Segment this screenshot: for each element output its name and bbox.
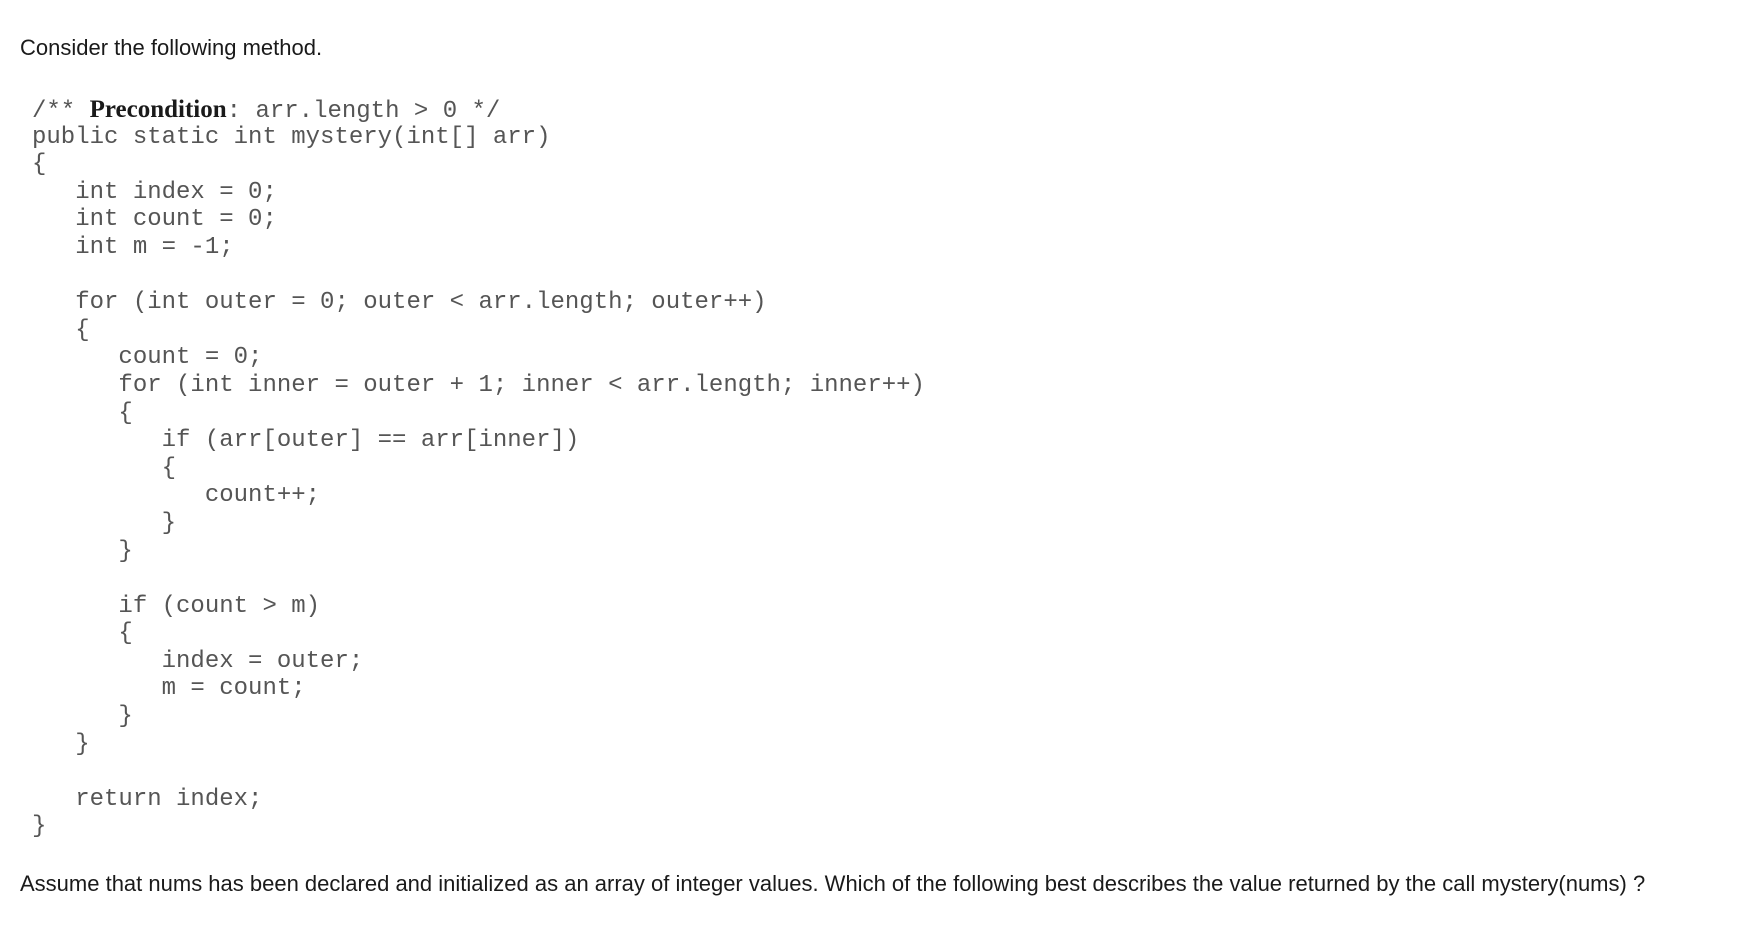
intro-text: Consider the following method. <box>20 35 323 60</box>
question-text: Assume that nums has been declared and i… <box>20 871 1646 896</box>
code-line: } <box>32 703 133 731</box>
comment-rest: : arr.length > 0 */ <box>226 98 501 125</box>
code-line: index = outer; <box>32 647 364 675</box>
code-line: { <box>32 316 90 344</box>
code-line: if (arr[outer] == arr[inner]) <box>32 427 580 455</box>
code-line: m = count; <box>32 675 306 703</box>
code-line: } <box>32 730 90 758</box>
code-block: /** Precondition: arr.length > 0 */publi… <box>32 96 925 841</box>
code-line: { <box>32 151 47 179</box>
code-line: { <box>32 399 133 427</box>
code-line: } <box>32 509 177 537</box>
code-line: count = 0; <box>32 344 263 372</box>
comment-open: /** <box>32 98 90 125</box>
code-line: } <box>32 813 47 841</box>
code-line: for (int inner = outer + 1; inner < arr.… <box>32 371 925 399</box>
code-line: int index = 0; <box>32 178 277 206</box>
code-line: if (count > m) <box>32 592 321 620</box>
code-line: public static int mystery(int[] arr) <box>32 123 551 151</box>
code-line: return index; <box>32 785 263 813</box>
code-line: for (int outer = 0; outer < arr.length; … <box>32 289 767 317</box>
code-line: { <box>32 454 177 482</box>
code-line: { <box>32 620 133 648</box>
code-line: int m = -1; <box>32 233 234 261</box>
code-line: int count = 0; <box>32 206 277 234</box>
code-comment-line: /** Precondition: arr.length > 0 */ <box>32 96 925 125</box>
precondition-label: Precondition <box>89 96 227 123</box>
code-lines: public static int mystery(int[] arr){ in… <box>32 124 925 841</box>
code-line: } <box>32 537 133 565</box>
code-line: count++; <box>32 482 321 510</box>
